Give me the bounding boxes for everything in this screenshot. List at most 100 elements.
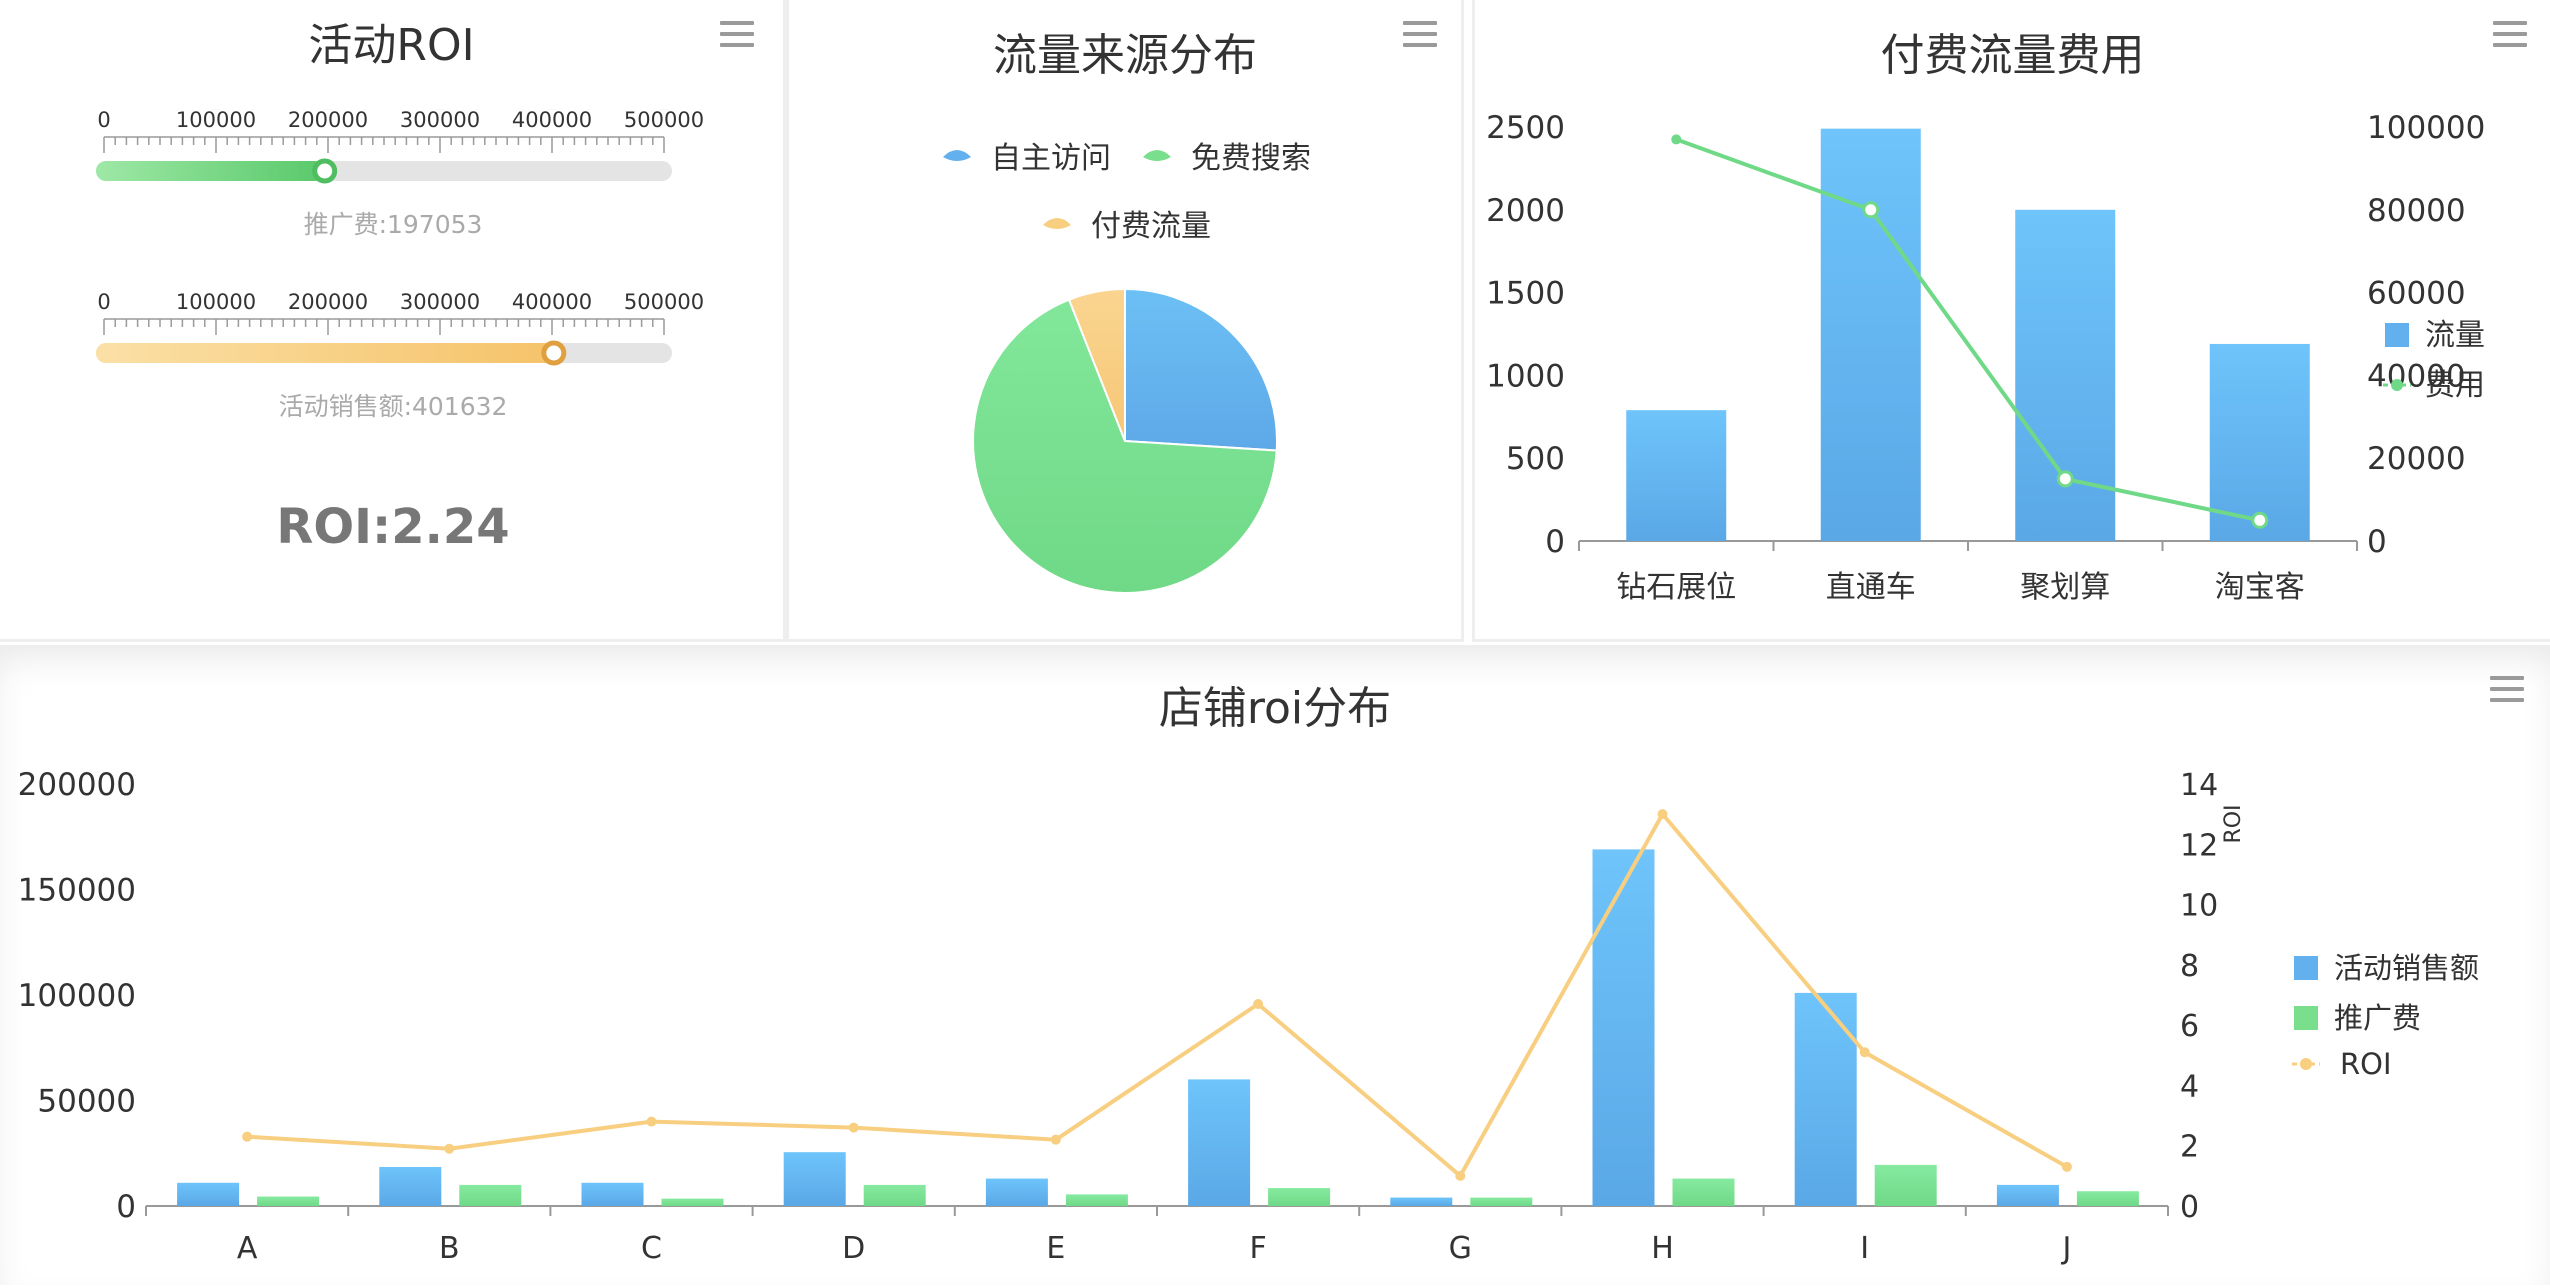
line-point xyxy=(1671,134,1682,145)
x-tick-label: J xyxy=(2060,1231,2071,1266)
y2-tick-label: 2 xyxy=(2180,1130,2199,1165)
slider-tick-label: 400000 xyxy=(512,290,592,314)
paid-traffic-panel: 付费流量费用 0 500 1000 1500 2000 2500 0 20000 40000 60… xyxy=(1472,0,2550,642)
bar-promotion xyxy=(1874,1164,1937,1206)
y2-axis-title: ROI xyxy=(2221,804,2246,843)
slider-tick-label: 200000 xyxy=(288,108,368,132)
x-tick-label: 直通车 xyxy=(1826,570,1916,605)
slider-tick-label: 400000 xyxy=(512,108,592,132)
slider-fill xyxy=(96,161,325,181)
bar-promotion xyxy=(257,1196,320,1206)
x-tick-label: 淘宝客 xyxy=(2215,570,2305,605)
activity-roi-panel: 活动ROI 0 100000 200000 300000 400000 500000 0 10… xyxy=(0,0,786,642)
x-tick-label: I xyxy=(1860,1231,1869,1266)
slider-tick-label: 100000 xyxy=(176,290,256,314)
bar-promotion xyxy=(661,1198,724,1206)
legend-swatch xyxy=(2294,1006,2318,1030)
bar-promotion xyxy=(1268,1188,1331,1206)
y-tick-label: 100000 xyxy=(18,978,136,1014)
legend-swatch xyxy=(2294,956,2318,980)
bar-promotion xyxy=(863,1184,926,1206)
bar xyxy=(1626,410,1727,541)
roi-point xyxy=(848,1122,859,1133)
y-tick-label: 0 xyxy=(1545,524,1565,560)
y2-tick-label: 14 xyxy=(2180,768,2218,803)
legend-label: 活动销售额 xyxy=(2334,951,2479,985)
legend-label: 自主访问 xyxy=(991,141,1111,176)
roi-point xyxy=(646,1116,657,1127)
slider-tick-label: 300000 xyxy=(400,290,480,314)
x-tick-label: B xyxy=(439,1231,460,1266)
slider-tick-label: 200000 xyxy=(288,290,368,314)
y-tick-label: 50000 xyxy=(37,1084,136,1120)
y-tick-label: 200000 xyxy=(18,767,136,803)
series-line xyxy=(1675,137,2261,523)
slider-tick-label: 300000 xyxy=(400,108,480,132)
legend-swatch xyxy=(2300,1058,2312,1070)
bar-sales xyxy=(1996,1184,2059,1206)
paid-traffic-chart: 0500100015002000250002000040000600008000… xyxy=(1486,110,2485,605)
slider-tick-label: 0 xyxy=(97,290,110,314)
x-tick-label: 聚划算 xyxy=(2020,570,2110,605)
y2-tick-label: 0 xyxy=(2367,524,2387,560)
line-point xyxy=(2251,511,2269,529)
legend-label: 流量 xyxy=(2425,318,2485,353)
bar-promotion xyxy=(2076,1191,2139,1206)
slider-tick-label: 500000 xyxy=(624,290,704,314)
y2-tick-label: 100000 xyxy=(2367,110,2485,146)
legend-label: 免费搜索 xyxy=(1191,141,1311,176)
bar-sales xyxy=(985,1178,1048,1206)
legend-label: 付费流量 xyxy=(1091,209,1211,244)
line-point xyxy=(2056,470,2074,488)
bar xyxy=(2015,209,2116,542)
y2-tick-label: 4 xyxy=(2180,1069,2199,1104)
x-tick-label: C xyxy=(641,1231,662,1266)
bar-promotion xyxy=(1470,1197,1533,1206)
y2-tick-label: 20000 xyxy=(2367,441,2466,477)
x-tick-label: A xyxy=(237,1231,258,1266)
x-tick-label: G xyxy=(1449,1231,1472,1266)
roi-point xyxy=(2061,1161,2072,1172)
bar-sales xyxy=(177,1182,240,1206)
promotion-fee-label: 推广费:197053 xyxy=(303,210,483,239)
bar-sales xyxy=(379,1166,442,1206)
slider-handle[interactable] xyxy=(541,340,567,366)
x-tick-label: E xyxy=(1046,1231,1065,1266)
legend-label: 费用 xyxy=(2425,368,2485,403)
y-tick-label: 2000 xyxy=(1486,193,1565,229)
x-tick-label: F xyxy=(1249,1231,1266,1266)
x-tick-label: H xyxy=(1651,1231,1674,1266)
bar-sales xyxy=(1188,1079,1251,1206)
line-point xyxy=(1862,201,1880,219)
slider-fill xyxy=(96,343,554,363)
bar-promotion xyxy=(459,1184,522,1206)
bar-promotion xyxy=(1672,1178,1735,1206)
roi-line xyxy=(246,810,2068,1179)
pie-slice xyxy=(1124,287,1278,452)
store-roi-panel: 店铺roi分布 0 50000 100000 150000 200000 0 2 4 6 8 10 1… xyxy=(0,645,2550,1285)
legend-swatch xyxy=(943,150,971,161)
y2-tick-label: 10 xyxy=(2180,889,2218,924)
legend-label: ROI xyxy=(2340,1047,2392,1081)
bar-sales xyxy=(783,1152,846,1206)
y2-tick-label: 6 xyxy=(2180,1009,2199,1044)
slider-tick-label: 0 xyxy=(97,108,110,132)
y-tick-label: 0 xyxy=(116,1189,136,1225)
y-tick-label: 500 xyxy=(1506,441,1565,477)
slider-handle[interactable] xyxy=(312,158,338,184)
bar-promotion xyxy=(1065,1194,1128,1206)
roi-point xyxy=(242,1131,253,1142)
y-tick-label: 150000 xyxy=(18,873,136,909)
roi-point xyxy=(1859,1047,1870,1058)
y-tick-label: 2500 xyxy=(1486,110,1565,146)
legend-swatch xyxy=(2391,379,2403,391)
y2-tick-label: 60000 xyxy=(2367,276,2466,312)
legend-swatch xyxy=(1043,218,1071,229)
y-tick-label: 1000 xyxy=(1486,358,1565,394)
y-tick-label: 1500 xyxy=(1486,276,1565,312)
legend-swatch xyxy=(1143,150,1171,161)
slider-tick-label: 100000 xyxy=(176,108,256,132)
roi-point xyxy=(1253,999,1264,1010)
roi-point xyxy=(1455,1170,1466,1181)
legend-swatch xyxy=(2385,323,2409,347)
